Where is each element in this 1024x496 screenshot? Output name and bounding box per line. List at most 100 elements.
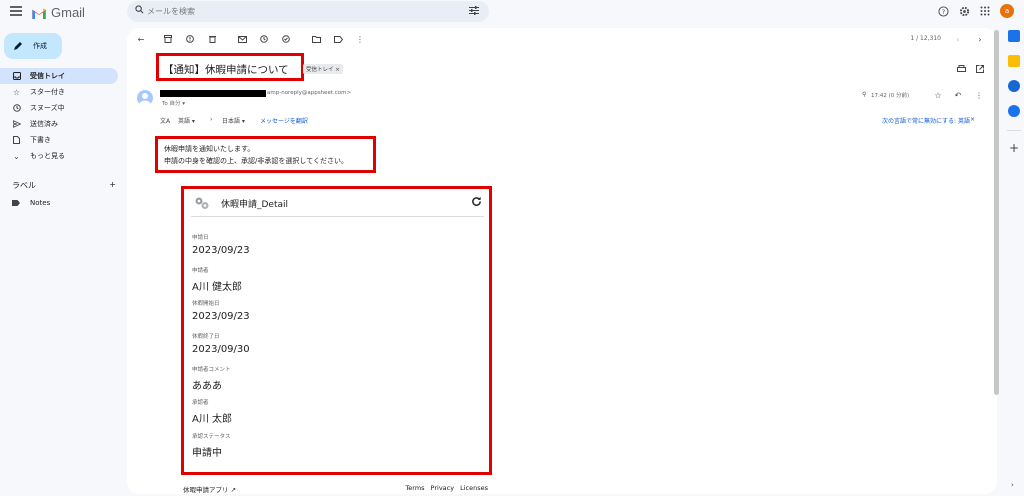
sender-email: amp-noreply@appsheet.com> [267, 90, 352, 96]
open-new-window-icon[interactable] [975, 64, 985, 74]
clock-icon [12, 104, 21, 112]
svg-text:?: ? [942, 7, 945, 15]
settings-icon[interactable] [959, 6, 970, 17]
tasks-icon[interactable] [1008, 80, 1020, 92]
privacy-link[interactable]: Privacy [431, 484, 455, 492]
field-value: A川 健太郎 [192, 282, 243, 293]
translate-message-link[interactable]: メッセージを翻訳 [260, 116, 308, 125]
account-avatar[interactable]: a [1000, 4, 1014, 18]
field-leave-start: 休暇開始日 2023/09/23 [192, 299, 250, 322]
body-line-2: 申請の中身を確認の上、承認/非承認を選択してください。 [164, 157, 348, 165]
app-name: Gmail [51, 5, 85, 20]
pencil-icon [14, 42, 22, 50]
contacts-icon[interactable] [1008, 105, 1020, 117]
help-icon[interactable]: ? [938, 5, 949, 17]
field-value: 申請中 [192, 448, 222, 459]
send-icon [12, 120, 21, 128]
footer-app-link[interactable]: 休暇申請アプリ ↗ [183, 486, 236, 494]
label-as-icon[interactable] [333, 34, 343, 44]
sidebar-item-label: 下書き [30, 136, 51, 144]
move-to-icon[interactable] [311, 34, 321, 44]
field-value: 2023/09/30 [192, 344, 250, 355]
field-applicant-comment: 申請者コメント あああ [192, 365, 231, 392]
sidebar-item-drafts[interactable]: 下書き [0, 132, 120, 148]
refresh-icon[interactable] [471, 196, 482, 207]
main-menu-icon[interactable] [10, 6, 22, 16]
field-label: 承認者 [192, 400, 209, 406]
gmail-logo[interactable]: Gmail [31, 5, 85, 20]
search-options-icon[interactable] [469, 6, 479, 15]
newer-chevron-icon[interactable]: ‹ [953, 34, 963, 44]
folder-chip[interactable]: 受信トレイ × [303, 64, 343, 74]
card-header: 休暇申請_Detail [191, 192, 484, 217]
never-translate-link[interactable]: 次の言語で常に無効にする: 英語 [882, 116, 970, 125]
more-vert-icon[interactable]: ⋮ [355, 34, 365, 44]
translate-icon: 文A [160, 118, 171, 125]
card-footer: 休暇申請アプリ ↗ Terms Privacy Licenses [183, 484, 488, 494]
sidebar-item-inbox[interactable]: 受信トレイ [0, 68, 118, 84]
compose-button[interactable]: 作成 [4, 33, 62, 59]
field-leave-end: 休暇終了日 2023/09/30 [192, 332, 250, 355]
sidebar-item-label: もっと見る [30, 152, 65, 160]
field-label: 申請者 [192, 268, 209, 274]
snooze-icon[interactable] [259, 34, 269, 44]
target-language-select[interactable]: 日本語 ▾ [222, 116, 245, 125]
sidebar-item-more[interactable]: ⌄ もっと見る [0, 148, 120, 164]
field-application-date: 申請日 2023/09/23 [192, 233, 250, 256]
add-addon-icon[interactable]: + [1004, 141, 1024, 155]
source-language-select[interactable]: 英語 ▾ [178, 116, 195, 125]
recipient-dropdown[interactable]: To 自分 ▾ [162, 99, 185, 107]
print-icon[interactable] [956, 64, 966, 74]
vertical-scrollbar[interactable] [994, 30, 999, 395]
field-value: あああ [192, 381, 222, 392]
field-label: 承認ステータス [192, 434, 231, 440]
more-options-icon[interactable]: ⋮ [974, 90, 984, 100]
footer-app-name: 休暇申請アプリ [183, 486, 229, 494]
compose-label: 作成 [33, 42, 47, 50]
sidebar-item-label: 受信トレイ [30, 72, 65, 80]
archive-icon[interactable] [163, 34, 173, 44]
field-value: 2023/09/23 [192, 311, 250, 322]
body-line-1: 休暇申請を通知いたします。 [164, 145, 255, 153]
report-spam-icon[interactable] [185, 34, 195, 44]
labels-section-header: ラベル + [12, 180, 116, 191]
star-email-icon[interactable]: ☆ [933, 90, 943, 100]
field-applicant: 申請者 A川 健太郎 [192, 266, 242, 293]
delete-icon[interactable] [207, 34, 217, 44]
sidebar-item-snoozed[interactable]: スヌーズ中 [0, 100, 120, 116]
labels-heading: ラベル [12, 181, 36, 190]
field-label: 休暇終了日 [192, 334, 220, 340]
keep-icon[interactable] [1008, 55, 1020, 67]
search-bar[interactable] [127, 1, 489, 22]
sidebar-item-starred[interactable]: ☆ スター付き [0, 84, 120, 100]
attachment-clip-icon: ⚲ [862, 91, 867, 98]
close-translate-icon[interactable]: × [970, 116, 975, 123]
older-chevron-icon[interactable]: › [975, 34, 985, 44]
sidebar-label-notes[interactable]: Notes [12, 199, 50, 207]
draft-icon [12, 136, 21, 144]
gmail-m-icon [32, 7, 46, 19]
add-label-icon[interactable]: + [109, 180, 116, 191]
external-link-icon: ↗ [230, 486, 237, 494]
calendar-icon[interactable] [1008, 30, 1020, 42]
label-icon [12, 200, 20, 206]
field-label: 申請者コメント [192, 367, 231, 373]
sender-name-redacted [160, 90, 266, 97]
field-approver: 承認者 A川 太郎 [192, 398, 232, 425]
sender-avatar[interactable] [137, 90, 153, 106]
search-icon[interactable] [135, 5, 144, 14]
search-input[interactable] [147, 4, 427, 19]
inbox-icon [12, 72, 21, 80]
apps-grid-icon[interactable] [980, 6, 990, 16]
back-arrow-icon[interactable]: ← [136, 34, 146, 44]
email-body: 休暇申請を通知いたします。 申請の中身を確認の上、承認/非承認を選択してください… [164, 143, 348, 167]
add-task-icon[interactable] [281, 34, 291, 44]
terms-link[interactable]: Terms [405, 484, 424, 492]
mark-unread-icon[interactable] [237, 34, 247, 44]
show-side-panel-icon[interactable]: › [1011, 481, 1014, 489]
reply-icon[interactable]: ↶ [953, 90, 963, 100]
sidebar-item-sent[interactable]: 送信済み [0, 116, 120, 132]
email-toolbar: ← ⋮ 1 / 12,310 ‹ › [127, 28, 997, 50]
licenses-link[interactable]: Licenses [460, 484, 488, 492]
top-bar: Gmail ? a [0, 0, 1024, 24]
